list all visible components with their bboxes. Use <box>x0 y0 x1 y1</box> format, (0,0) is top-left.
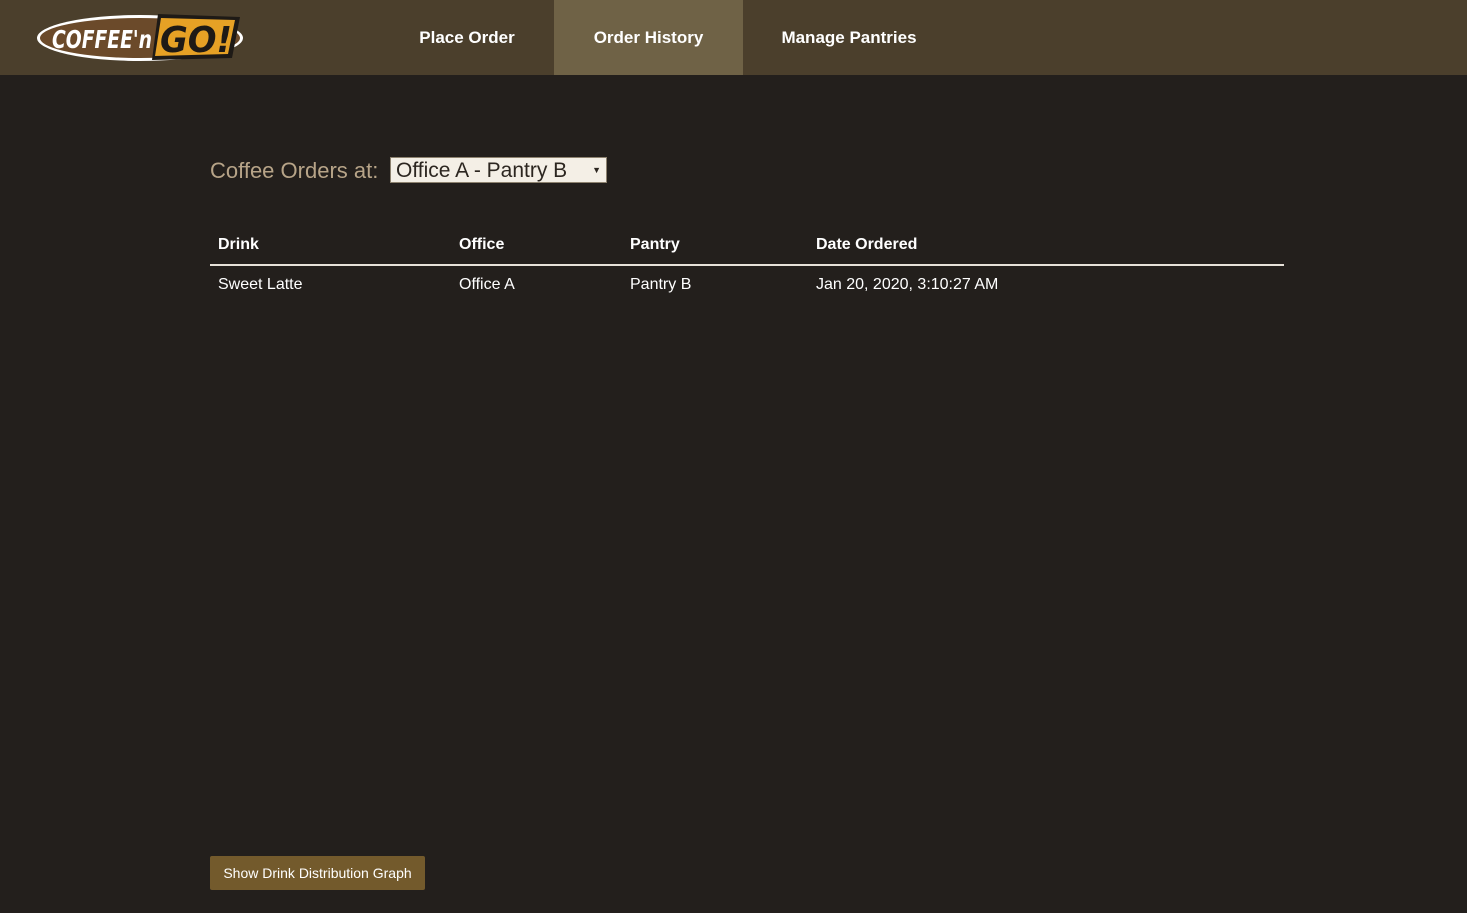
pantry-select[interactable]: Office A - Pantry B ▼ <box>390 157 607 183</box>
nav-place-order[interactable]: Place Order <box>380 0 554 75</box>
pantry-select-value: Office A - Pantry B <box>396 159 568 182</box>
orders-table: Drink Office Pantry Date Ordered Sweet L… <box>210 225 1284 303</box>
show-drink-distribution-graph-button[interactable]: Show Drink Distribution Graph <box>210 856 425 890</box>
coffee-n-go-logo[interactable]: COFFEE'n GO! <box>34 10 246 64</box>
svg-text:COFFEE'n: COFFEE'n <box>52 25 152 54</box>
cell-date-ordered: Jan 20, 2020, 3:10:27 AM <box>816 275 999 293</box>
pantry-filter-label: Coffee Orders at: <box>210 158 379 183</box>
column-header-date-ordered: Date Ordered <box>808 225 1284 266</box>
cell-office: Office A <box>459 275 515 293</box>
svg-text:GO!: GO! <box>160 20 232 61</box>
top-navbar: COFFEE'n GO! Place Order Order History M… <box>0 0 1467 75</box>
table-row: Sweet Latte Office A Pantry B Jan 20, 20… <box>210 265 1284 303</box>
cell-drink: Sweet Latte <box>218 275 303 293</box>
column-header-pantry: Pantry <box>622 225 808 266</box>
cell-pantry: Pantry B <box>630 275 692 293</box>
column-header-office: Office <box>451 225 622 266</box>
table-header-row: Drink Office Pantry Date Ordered <box>210 225 1284 266</box>
column-header-drink: Drink <box>210 225 451 266</box>
triangle-down-icon: ▼ <box>592 165 601 175</box>
nav-manage-pantries[interactable]: Manage Pantries <box>743 0 955 75</box>
nav-order-history[interactable]: Order History <box>554 0 743 75</box>
